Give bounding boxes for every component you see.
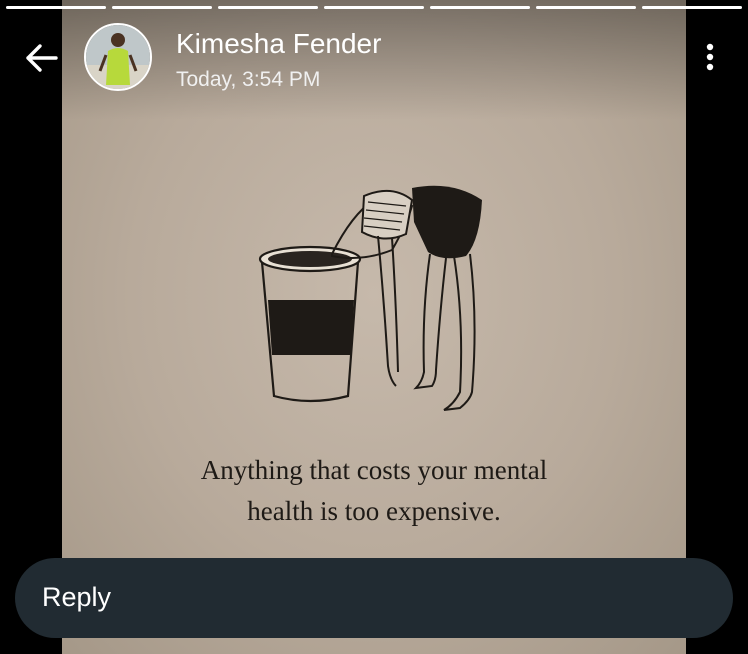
story-image: Anything that costs your mental health i…	[62, 0, 686, 654]
coffee-cup-illustration	[258, 185, 482, 411]
reply-label: Reply	[42, 582, 112, 612]
arrow-left-icon	[26, 44, 58, 72]
reply-input[interactable]: Reply	[15, 558, 733, 638]
progress-segment	[642, 6, 742, 9]
back-button[interactable]	[22, 38, 62, 78]
progress-segment	[6, 6, 106, 9]
sender-name: Kimesha Fender	[176, 28, 382, 59]
more-vertical-icon	[706, 43, 714, 71]
caption-line-1: Anything that costs your mental	[200, 455, 548, 485]
more-options-button[interactable]	[696, 38, 724, 78]
progress-segment	[324, 6, 424, 9]
story-timestamp: Today, 3:54 PM	[176, 68, 321, 91]
avatar-photo	[86, 25, 150, 89]
avatar[interactable]	[84, 23, 152, 91]
story-progress-bar	[6, 6, 742, 9]
progress-segment	[112, 6, 212, 9]
story-caption: Anything that costs your mental health i…	[62, 450, 686, 532]
caption-line-2: health is too expensive.	[247, 496, 501, 526]
progress-segment	[430, 6, 530, 9]
progress-segment	[536, 6, 636, 9]
progress-segment	[218, 6, 318, 9]
